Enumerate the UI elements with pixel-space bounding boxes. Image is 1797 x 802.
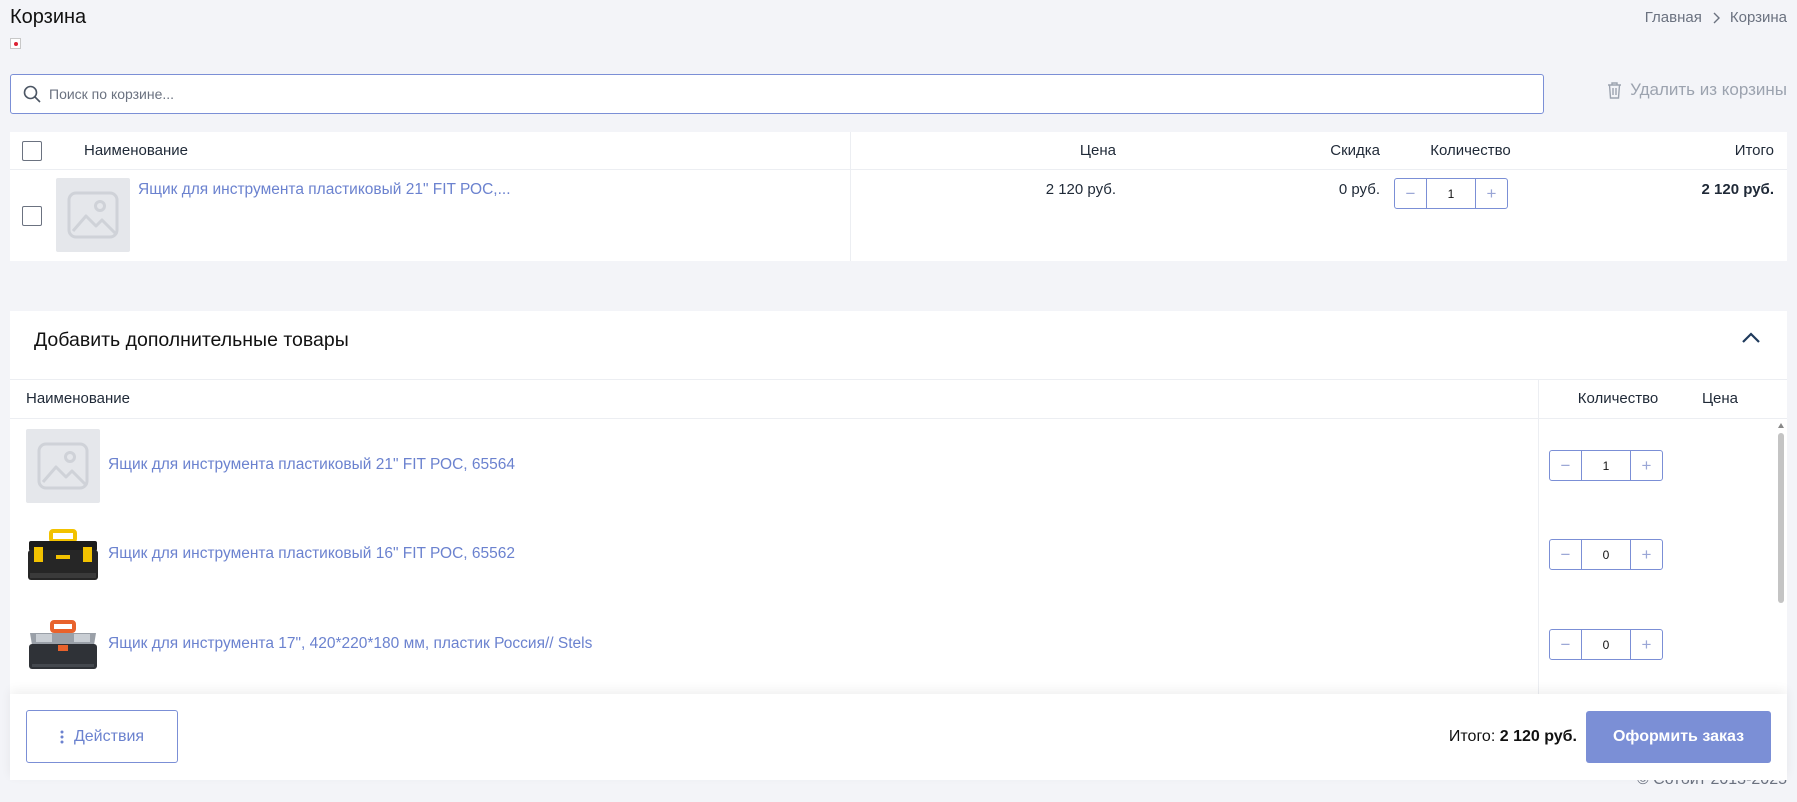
decrease-button[interactable]: − bbox=[1395, 179, 1426, 208]
placeholder-image-icon bbox=[67, 191, 119, 239]
scrollbar-thumb[interactable] bbox=[1778, 433, 1784, 603]
column-price-header: Цена bbox=[1701, 390, 1739, 407]
product-link[interactable]: Ящик для инструмента пластиковый 21" FIT… bbox=[108, 456, 515, 474]
search-input[interactable] bbox=[49, 86, 1543, 102]
quantity-stepper: − 0 + bbox=[1549, 629, 1663, 660]
cart-footer: Действия Итого: 2 120 руб. Оформить зака… bbox=[10, 694, 1787, 780]
column-divider bbox=[1538, 380, 1539, 712]
delete-from-cart-label: Удалить из корзины bbox=[1630, 80, 1787, 99]
gray-orange-toolbox-image bbox=[29, 620, 97, 669]
scrollbar[interactable] bbox=[1777, 423, 1785, 703]
language-flag-icon[interactable] bbox=[10, 38, 21, 49]
item-checkbox[interactable] bbox=[22, 206, 42, 226]
delete-from-cart-button[interactable]: Удалить из корзины bbox=[1607, 80, 1787, 100]
breadcrumb: Главная Корзина bbox=[1645, 9, 1787, 26]
item-discount: 0 руб. bbox=[1338, 181, 1380, 198]
quantity-stepper: − 1 + bbox=[1549, 450, 1663, 481]
increase-button[interactable]: + bbox=[1631, 451, 1662, 480]
decrease-button[interactable]: − bbox=[1550, 630, 1581, 659]
checkout-button[interactable]: Оформить заказ bbox=[1586, 711, 1771, 763]
column-quantity-header: Количество bbox=[1577, 390, 1659, 407]
breadcrumb-home[interactable]: Главная bbox=[1645, 9, 1702, 26]
divider bbox=[10, 418, 1787, 419]
product-link[interactable]: Ящик для инструмента пластиковый 16" FIT… bbox=[108, 545, 515, 563]
breadcrumb-current: Корзина bbox=[1729, 9, 1787, 26]
column-quantity-header: Количество bbox=[1430, 142, 1511, 159]
select-all-checkbox[interactable] bbox=[22, 141, 42, 161]
column-name-header: Наименование bbox=[84, 142, 188, 159]
decrease-button[interactable]: − bbox=[1550, 451, 1581, 480]
quantity-value[interactable]: 0 bbox=[1581, 630, 1631, 659]
column-discount-header: Скидка bbox=[1330, 142, 1380, 159]
placeholder-image-icon bbox=[37, 442, 89, 490]
product-link[interactable]: Ящик для инструмента пластиковый 21" FIT… bbox=[138, 181, 511, 199]
actions-label: Действия bbox=[73, 727, 145, 745]
additional-products-title: Добавить дополнительные товары bbox=[34, 329, 349, 351]
quantity-value[interactable]: 1 bbox=[1426, 179, 1476, 208]
product-image[interactable] bbox=[26, 609, 100, 683]
black-yellow-toolbox-image bbox=[28, 529, 98, 580]
product-image[interactable] bbox=[26, 429, 100, 503]
chevron-right-icon bbox=[1713, 12, 1720, 23]
product-link[interactable]: Ящик для инструмента 17", 420*220*180 мм… bbox=[108, 635, 592, 653]
scroll-up-arrow-icon bbox=[1778, 423, 1784, 428]
increase-button[interactable]: + bbox=[1476, 179, 1507, 208]
quantity-value[interactable]: 1 bbox=[1581, 451, 1631, 480]
item-total: 2 120 руб. bbox=[1701, 181, 1774, 198]
increase-button[interactable]: + bbox=[1631, 630, 1662, 659]
column-total-header: Итого bbox=[1734, 142, 1774, 159]
column-price-header: Цена bbox=[1079, 142, 1116, 159]
decrease-button[interactable]: − bbox=[1550, 540, 1581, 569]
increase-button[interactable]: + bbox=[1631, 540, 1662, 569]
page-title: Корзина bbox=[10, 6, 87, 28]
actions-button[interactable]: Действия bbox=[26, 710, 178, 763]
item-price: 2 120 руб. bbox=[1045, 181, 1116, 198]
search-box bbox=[10, 74, 1544, 114]
product-image[interactable] bbox=[56, 178, 130, 252]
more-vertical-icon bbox=[60, 730, 64, 743]
column-name-header: Наименование bbox=[26, 390, 130, 407]
quantity-stepper: − 0 + bbox=[1549, 539, 1663, 570]
quantity-value[interactable]: 0 bbox=[1581, 540, 1631, 569]
chevron-up-icon bbox=[1742, 332, 1760, 343]
cart-table: Наименование Цена Скидка Количество Итог… bbox=[10, 132, 1787, 261]
order-total: Итого: 2 120 руб. bbox=[1449, 728, 1577, 746]
divider bbox=[10, 379, 1787, 380]
search-icon bbox=[23, 85, 41, 103]
column-divider bbox=[850, 132, 851, 261]
trash-icon bbox=[1608, 82, 1622, 99]
total-value: 2 120 руб. bbox=[1499, 728, 1577, 745]
total-label: Итого: bbox=[1448, 728, 1496, 745]
quantity-stepper: − 1 + bbox=[1394, 178, 1508, 209]
collapse-button[interactable] bbox=[1741, 331, 1761, 349]
product-image[interactable] bbox=[26, 519, 100, 593]
